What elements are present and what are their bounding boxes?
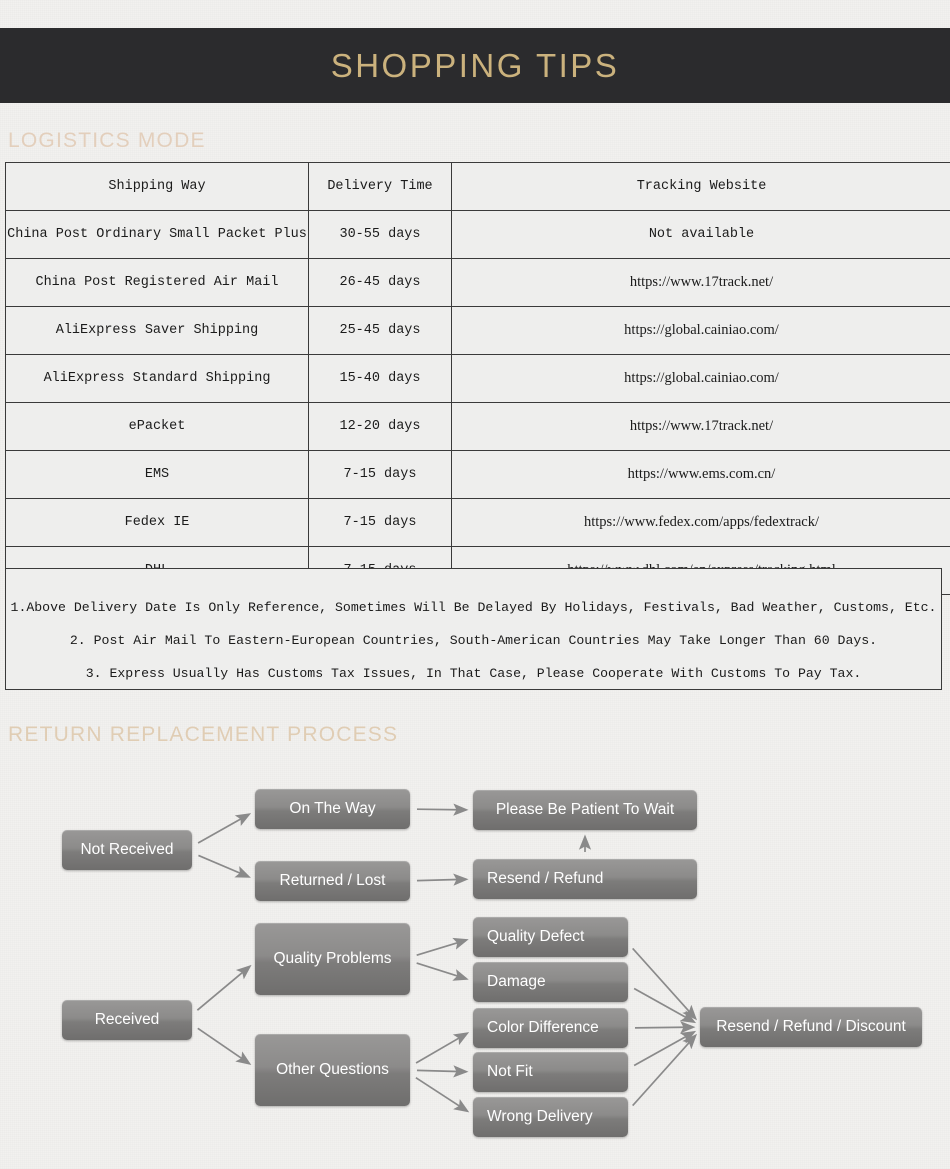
flow-arrow-color-difference-to-resend-refund-discount bbox=[634, 1021, 696, 1034]
section-heading-logistics: LOGISTICS MODE bbox=[8, 129, 206, 152]
flow-node-other-questions[interactable]: Other Questions bbox=[255, 1034, 410, 1106]
flow-node-label: Not Fit bbox=[487, 1063, 533, 1080]
flow-node-label: Color Difference bbox=[487, 1019, 599, 1036]
section-heading-return: RETURN REPLACEMENT PROCESS bbox=[8, 723, 399, 746]
delivery-notes-box: 1.Above Delivery Date Is Only Reference,… bbox=[5, 568, 942, 690]
table-row: China Post Registered Air Mail 26-45 days… bbox=[5, 258, 950, 307]
table-row: ePacket 12-20 days https://www.17track.net… bbox=[5, 402, 950, 451]
cell-shipping-way: AliExpress Saver Shipping bbox=[5, 306, 309, 355]
flow-node-quality-defect[interactable]: Quality Defect bbox=[473, 917, 628, 957]
cell-delivery-time: 25-45 days bbox=[308, 306, 452, 355]
cell-tracking-website[interactable]: https://www.17track.net/ bbox=[451, 402, 950, 451]
flow-node-damage[interactable]: Damage bbox=[473, 962, 628, 1002]
flow-node-label: Quality Problems bbox=[273, 950, 392, 967]
flow-node-not-fit[interactable]: Not Fit bbox=[473, 1052, 628, 1092]
flow-arrow-not-fit-to-resend-refund-discount bbox=[633, 1030, 697, 1067]
flow-node-label: Resend / Refund / Discount bbox=[716, 1018, 906, 1035]
flow-node-resend-refund[interactable]: Resend / Refund bbox=[473, 859, 697, 899]
note-line: 3. Express Usually Has Customs Tax Issue… bbox=[85, 666, 862, 681]
flow-node-label: Please Be Patient To Wait bbox=[495, 801, 675, 818]
flow-arrow-received-to-quality-problems bbox=[196, 964, 252, 1011]
flow-node-quality-problems[interactable]: Quality Problems bbox=[255, 923, 410, 995]
flow-arrow-wrong-delivery-to-resend-refund-discount bbox=[632, 1033, 698, 1107]
table-header-row: Shipping Way Delivery Time Tracking Websit… bbox=[5, 162, 950, 211]
column-header-tracking-website: Tracking Website bbox=[451, 162, 950, 211]
flow-arrow-quality-defect-to-resend-refund-discount bbox=[632, 947, 698, 1021]
note-line: 1.Above Delivery Date Is Only Reference,… bbox=[10, 600, 937, 615]
page-title: SHOPPING TIPS bbox=[330, 46, 620, 84]
cell-shipping-way: EMS bbox=[5, 450, 309, 499]
flow-node-resend-refund-discount[interactable]: Resend / Refund / Discount bbox=[700, 1007, 922, 1047]
cell-tracking-website[interactable]: https://global.cainiao.com/ bbox=[451, 306, 950, 355]
flow-arrow-returned-lost-to-resend-refund bbox=[416, 873, 469, 886]
flow-node-label: On The Way bbox=[289, 800, 376, 817]
flow-node-label: Damage bbox=[487, 973, 546, 990]
column-header-shipping-way: Shipping Way bbox=[5, 162, 309, 211]
flow-arrow-other-questions-to-wrong-delivery bbox=[415, 1076, 470, 1113]
flow-arrow-not-received-to-on-the-way bbox=[197, 813, 252, 844]
table-row: AliExpress Saver Shipping 25-45 days https… bbox=[5, 306, 950, 355]
table-row: AliExpress Standard Shipping 15-40 days ht… bbox=[5, 354, 950, 403]
note-line: 2. Post Air Mail To Eastern-European Cou… bbox=[69, 633, 878, 648]
logistics-table-container: Shipping Way Delivery Time Tracking Websit… bbox=[5, 162, 950, 595]
flow-arrow-not-received-to-returned-lost bbox=[198, 854, 251, 878]
flow-node-label: Wrong Delivery bbox=[487, 1108, 593, 1125]
logistics-table: Shipping Way Delivery Time Tracking Websit… bbox=[5, 162, 950, 595]
table-row: China Post Ordinary Small Packet Plus 30-… bbox=[5, 210, 950, 259]
flow-node-not-received[interactable]: Not Received bbox=[62, 830, 192, 870]
cell-delivery-time: 30-55 days bbox=[308, 210, 452, 259]
flow-arrow-on-the-way-to-please-wait bbox=[416, 803, 469, 816]
table-row: Fedex IE 7-15 days https://www.fedex.com/a… bbox=[5, 498, 950, 547]
return-process-flowchart: Not Received On The Way Returned / Lost Ple… bbox=[0, 760, 950, 1160]
flow-arrow-quality-problems-to-damage bbox=[416, 962, 469, 981]
cell-tracking-website[interactable]: https://www.fedex.com/apps/fedextrack/ bbox=[451, 498, 950, 547]
flow-node-wrong-delivery[interactable]: Wrong Delivery bbox=[473, 1097, 628, 1137]
cell-shipping-way: China Post Registered Air Mail bbox=[5, 258, 309, 307]
cell-tracking-website[interactable]: https://www.ems.com.cn/ bbox=[451, 450, 950, 499]
table-row: EMS 7-15 days https://www.ems.com.cn/ bbox=[5, 450, 950, 499]
flow-arrow-damage-to-resend-refund-discount bbox=[633, 987, 697, 1024]
cell-delivery-time: 26-45 days bbox=[308, 258, 452, 307]
cell-tracking-website[interactable]: https://global.cainiao.com/ bbox=[451, 354, 950, 403]
page-banner: SHOPPING TIPS bbox=[0, 28, 950, 103]
cell-delivery-time: 7-15 days bbox=[308, 498, 452, 547]
column-header-delivery-time: Delivery Time bbox=[308, 162, 452, 211]
cell-delivery-time: 12-20 days bbox=[308, 402, 452, 451]
flow-node-on-the-way[interactable]: On The Way bbox=[255, 789, 410, 829]
cell-shipping-way: Fedex IE bbox=[5, 498, 309, 547]
cell-shipping-way: China Post Ordinary Small Packet Plus bbox=[5, 210, 309, 259]
flow-node-please-wait[interactable]: Please Be Patient To Wait bbox=[473, 790, 697, 830]
cell-shipping-way: ePacket bbox=[5, 402, 309, 451]
flow-node-returned-lost[interactable]: Returned / Lost bbox=[255, 861, 410, 901]
cell-tracking-website: Not available bbox=[451, 210, 950, 259]
flow-arrow-other-questions-to-color-difference bbox=[415, 1032, 470, 1064]
flow-node-label: Returned / Lost bbox=[279, 872, 386, 889]
cell-delivery-time: 7-15 days bbox=[308, 450, 452, 499]
flow-arrow-quality-problems-to-quality-defect bbox=[416, 937, 469, 956]
cell-shipping-way: AliExpress Standard Shipping bbox=[5, 354, 309, 403]
flow-arrow-other-questions-to-not-fit bbox=[416, 1065, 469, 1078]
flow-node-color-difference[interactable]: Color Difference bbox=[473, 1008, 628, 1048]
flow-node-label: Not Received bbox=[80, 841, 174, 858]
flow-node-label: Received bbox=[94, 1011, 160, 1028]
flow-node-label: Resend / Refund bbox=[487, 870, 604, 887]
cell-delivery-time: 15-40 days bbox=[308, 354, 452, 403]
flow-arrow-received-to-other-questions bbox=[197, 1027, 252, 1066]
flow-node-label: Quality Defect bbox=[487, 928, 585, 945]
cell-tracking-website[interactable]: https://www.17track.net/ bbox=[451, 258, 950, 307]
flow-node-received[interactable]: Received bbox=[62, 1000, 192, 1040]
flow-node-label: Other Questions bbox=[276, 1061, 389, 1078]
